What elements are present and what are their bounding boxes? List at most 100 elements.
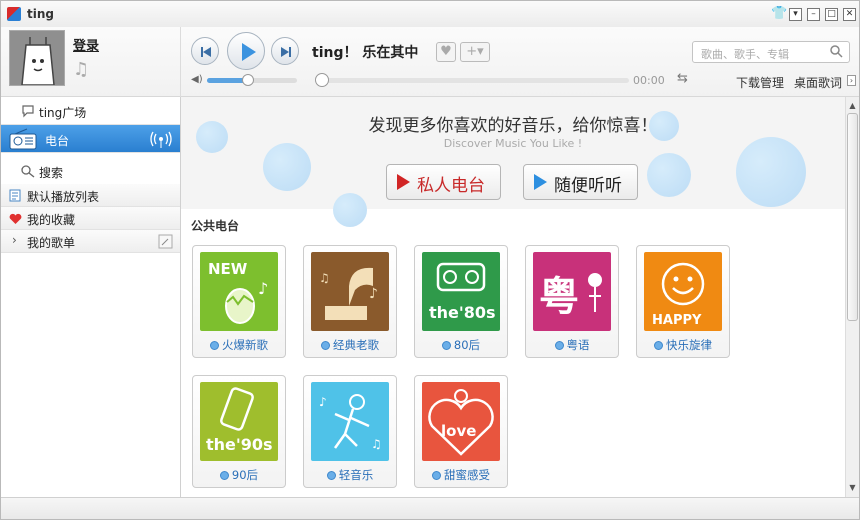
- scroll-down-arrow-icon[interactable]: ▼: [847, 481, 858, 494]
- profile-panel: 登录 ♫: [1, 27, 181, 97]
- search-placeholder: 歌曲、歌手、专辑: [701, 48, 789, 61]
- station-card[interactable]: HAPPY 快乐旋律: [636, 245, 730, 358]
- play-button[interactable]: [227, 32, 265, 70]
- status-bar: [1, 497, 859, 519]
- random-listen-button[interactable]: 随便听听: [523, 164, 638, 200]
- menu-dropdown-button[interactable]: ▾: [789, 8, 802, 21]
- station-name: 90后: [231, 468, 259, 482]
- next-icon: [281, 47, 291, 57]
- favorite-heart-button[interactable]: ♥: [436, 42, 456, 62]
- station-card[interactable]: the'90s 90后: [192, 375, 286, 488]
- station-art: NEW ♪: [200, 252, 278, 331]
- heart-icon: [9, 213, 22, 224]
- expand-arrow-icon[interactable]: ›: [847, 75, 856, 86]
- chevron-right-icon[interactable]: ›: [12, 233, 17, 247]
- close-button[interactable]: ✕: [843, 8, 856, 21]
- station-name: 80后: [453, 338, 481, 352]
- station-status-icon: [441, 341, 451, 350]
- volume-knob[interactable]: [241, 74, 254, 86]
- sidebar-item-favorites[interactable]: 我的收藏: [1, 207, 180, 230]
- speech-bubble-icon: [22, 105, 34, 118]
- play-mode-icon[interactable]: ⇆: [677, 71, 688, 86]
- station-status-icon: [219, 471, 229, 480]
- station-card[interactable]: the'80s 80后: [414, 245, 508, 358]
- decor-bubble: [647, 153, 691, 197]
- station-status-icon: [654, 341, 663, 350]
- station-status-icon: [326, 471, 336, 480]
- radio-icon: [9, 128, 37, 150]
- sidebar-item-radio[interactable]: 电台: [1, 125, 180, 153]
- play-icon: [242, 43, 256, 61]
- svg-text:♪: ♪: [369, 286, 378, 302]
- station-art-text: HAPPY: [652, 313, 702, 328]
- previous-button[interactable]: [191, 37, 219, 65]
- playlist-icon: [9, 189, 21, 202]
- station-card[interactable]: love 甜蜜感受: [414, 375, 508, 488]
- volume-slider[interactable]: [207, 74, 297, 86]
- station-status-icon: [554, 341, 564, 350]
- station-name: 粤语: [566, 338, 590, 352]
- previous-icon: [201, 47, 211, 57]
- station-card[interactable]: ♪ ♫ 轻音乐: [303, 375, 397, 488]
- sidebar-item-my-playlists[interactable]: › 我的歌单: [1, 230, 180, 253]
- volume-icon[interactable]: ◀): [191, 74, 203, 85]
- main-content: 发现更多你喜欢的好音乐，给你惊喜！ Discover Music You Lik…: [181, 97, 845, 497]
- svg-text:♫: ♫: [371, 437, 382, 451]
- banner-subtitle: Discover Music You Like !: [443, 137, 583, 150]
- sidebar-item-label: 我的收藏: [27, 213, 76, 227]
- station-card[interactable]: NEW ♪ 火爆新歌: [192, 245, 286, 358]
- maximize-button[interactable]: □: [825, 8, 838, 21]
- discover-banner: 发现更多你喜欢的好音乐，给你惊喜！ Discover Music You Lik…: [181, 97, 845, 227]
- next-button[interactable]: [271, 37, 299, 65]
- default-avatar-icon: [10, 31, 64, 85]
- scrollbar-thumb[interactable]: [847, 113, 858, 321]
- search-input[interactable]: 歌曲、歌手、专辑: [692, 41, 850, 63]
- station-art-text: NEW: [208, 260, 248, 278]
- login-link[interactable]: 登录: [73, 35, 99, 54]
- add-to-list-button[interactable]: +▾: [460, 42, 490, 62]
- search-icon[interactable]: [830, 45, 843, 58]
- broadcast-icon: [150, 131, 172, 148]
- station-art-text: the'80s: [429, 303, 496, 322]
- desktop-lyrics-link[interactable]: 桌面歌词: [794, 74, 842, 91]
- station-art: ♪ ♫: [311, 252, 389, 331]
- time-display: 00:00: [633, 74, 665, 87]
- edit-icon[interactable]: [158, 234, 173, 249]
- svg-text:♪: ♪: [258, 279, 268, 298]
- app-window: ting 👕 ▾ – □ ✕ 登录 ♫ ting！ 乐在其中 ♥ +▾ 歌曲、歌…: [0, 0, 860, 520]
- window-title: ting: [27, 7, 54, 21]
- title-bar[interactable]: ting 👕 ▾ – □ ✕: [1, 1, 859, 27]
- sidebar-item-search[interactable]: 搜索: [1, 157, 180, 185]
- music-note-icon: ♫: [73, 59, 90, 80]
- progress-slider[interactable]: [315, 73, 629, 87]
- sidebar-item-ting-square[interactable]: ting广场: [1, 97, 180, 125]
- station-card[interactable]: ♪ ♫ 经典老歌: [303, 245, 397, 358]
- avatar[interactable]: [9, 30, 65, 86]
- station-art: love: [422, 382, 500, 461]
- random-listen-label: 随便听听: [554, 176, 622, 196]
- app-logo-icon: [7, 7, 21, 21]
- station-name: 轻音乐: [338, 468, 374, 482]
- search-icon: [21, 165, 35, 178]
- station-art-text: 粤: [539, 274, 579, 320]
- private-radio-button[interactable]: 私人电台: [386, 164, 501, 200]
- progress-knob[interactable]: [315, 73, 329, 87]
- skin-icon[interactable]: 👕: [771, 7, 787, 21]
- svg-text:♪: ♪: [319, 395, 327, 409]
- sidebar-item-label: 我的歌单: [27, 236, 76, 250]
- station-art: HAPPY: [644, 252, 722, 331]
- sidebar-item-default-playlist[interactable]: 默认播放列表: [1, 184, 180, 207]
- private-radio-label: 私人电台: [417, 176, 485, 196]
- station-name: 快乐旋律: [666, 338, 712, 352]
- vertical-scrollbar[interactable]: ▲ ▼: [845, 97, 859, 497]
- download-manager-link[interactable]: 下载管理: [736, 74, 784, 91]
- minimize-button[interactable]: –: [807, 8, 820, 21]
- station-card[interactable]: 粤 粤语: [525, 245, 619, 358]
- svg-text:♫: ♫: [319, 271, 330, 285]
- decor-bubble: [263, 143, 311, 191]
- scroll-up-arrow-icon[interactable]: ▲: [847, 99, 858, 112]
- decor-bubble: [333, 193, 367, 227]
- station-name: 甜蜜感受: [444, 468, 490, 482]
- station-name: 经典老歌: [333, 338, 379, 352]
- station-status-icon: [432, 471, 441, 480]
